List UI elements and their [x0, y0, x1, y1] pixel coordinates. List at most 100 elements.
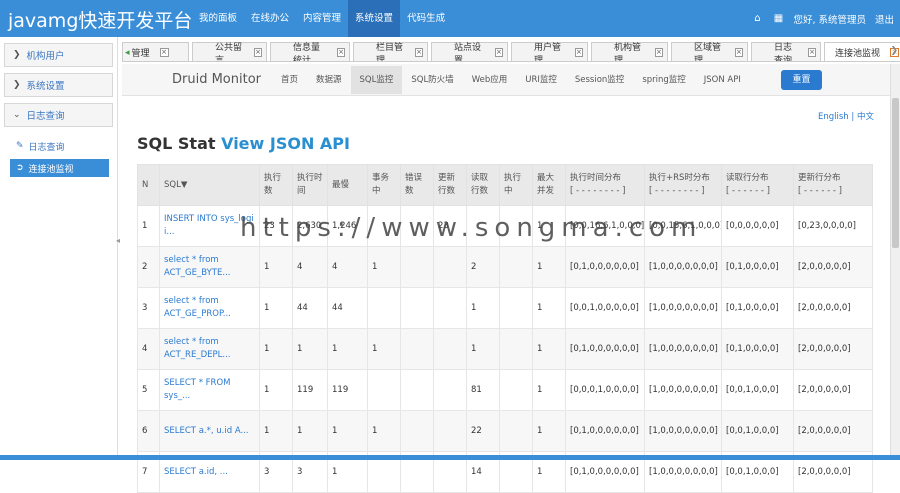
user-greeting[interactable]: 您好, 系统管理员: [793, 12, 866, 26]
sidebar-group-system[interactable]: ❯ 系统设置: [4, 73, 113, 97]
table-cell: [2,0,0,0,0,0]: [793, 328, 873, 370]
druid-nav-spring[interactable]: spring监控: [633, 66, 694, 94]
tab-label: 机构管理: [614, 42, 642, 62]
sql-stat-title: SQL Stat: [137, 134, 216, 153]
sql-text-link[interactable]: SELECT a.*, u.id A...: [159, 410, 260, 452]
reset-button[interactable]: 重置: [781, 70, 822, 90]
close-icon[interactable]: ×: [337, 48, 345, 57]
druid-nav-jsonapi[interactable]: JSON API: [695, 66, 750, 94]
column-header[interactable]: 错误数: [400, 164, 434, 206]
grid-icon[interactable]: ▦: [772, 13, 784, 24]
table-cell: [0,1,0,0,0,0]: [721, 328, 794, 370]
topnav-item-system[interactable]: 系统设置: [348, 0, 401, 37]
table-cell: [2,0,0,0,0,0]: [793, 410, 873, 452]
sidebar-item-log-query[interactable]: ✎ 日志查询: [10, 137, 109, 155]
tab-pool-monitor[interactable]: 连接池监视 ×: [824, 42, 900, 61]
tab-site-settings[interactable]: 站点设置 ×: [431, 42, 508, 61]
druid-nav-datasource[interactable]: 数据源: [307, 66, 351, 94]
close-icon[interactable]: ×: [808, 48, 816, 57]
column-header[interactable]: 事务中: [367, 164, 401, 206]
table-cell: 1: [532, 328, 566, 370]
scrollbar[interactable]: [890, 64, 900, 456]
close-icon[interactable]: ×: [734, 48, 743, 57]
lang-english-link[interactable]: English: [818, 112, 849, 122]
chevron-right-icon[interactable]: ❯: [890, 46, 898, 56]
druid-nav-home[interactable]: 首页: [272, 66, 307, 94]
table-cell: 119: [292, 369, 328, 411]
close-icon[interactable]: ×: [494, 48, 503, 57]
home-icon[interactable]: ⌂: [751, 13, 763, 24]
table-cell: [400, 246, 434, 288]
table-cell: [400, 328, 434, 370]
sidebar-group-org[interactable]: ❯ 机构用户: [4, 43, 113, 67]
column-header[interactable]: 读取行分布 [ - - - - - - ]: [721, 164, 794, 206]
sql-text-link[interactable]: SELECT * FROM sys_...: [159, 369, 260, 411]
sql-text-link[interactable]: select * from ACT_GE_PROP...: [159, 287, 260, 329]
column-header[interactable]: 执行中: [499, 164, 533, 206]
tab-user-manage[interactable]: 用户管理 ×: [511, 42, 588, 61]
tab-log-query[interactable]: 日志查询 ×: [751, 42, 821, 62]
lang-chinese-link[interactable]: 中文: [857, 112, 874, 122]
table-cell: [433, 410, 467, 452]
sidebar-collapse-handle[interactable]: ◂: [116, 236, 120, 245]
column-header[interactable]: 执行时间分布 [ - - - - - - - - ]: [565, 164, 645, 206]
column-header[interactable]: 读取 行数: [466, 164, 500, 206]
tab-info-stats[interactable]: 信息量统计 ×: [270, 42, 350, 62]
sidebar-item-pool-monitor[interactable]: ➲ 连接池监视: [10, 159, 109, 177]
page-title: SQL Stat View JSON API: [137, 134, 350, 153]
topnav-item-dashboard[interactable]: 我的面板: [192, 0, 244, 37]
table-cell: 44: [327, 287, 368, 329]
tab-org-manage[interactable]: 机构管理 ×: [591, 42, 668, 62]
column-header[interactable]: 更新行分布 [ - - - - - - ]: [793, 164, 873, 206]
arrow-left-icon[interactable]: ◂: [125, 48, 130, 58]
tab-label: 信息量统计: [293, 42, 321, 62]
table-cell: [1,0,0,0,0,0,0,0]: [644, 287, 722, 329]
druid-nav-uri[interactable]: URI监控: [516, 66, 566, 94]
bottom-bar: [0, 455, 900, 460]
close-icon[interactable]: ×: [254, 48, 262, 57]
close-icon[interactable]: ×: [415, 48, 423, 57]
column-header[interactable]: N: [137, 164, 160, 206]
circle-arrow-icon: ➲: [16, 163, 24, 173]
column-header[interactable]: 执行时间: [292, 164, 328, 206]
tab-column-manage[interactable]: 栏目管理 ×: [353, 42, 428, 61]
close-icon[interactable]: ×: [654, 48, 663, 57]
table-cell: 4: [327, 246, 368, 288]
topnav-item-codegen[interactable]: 代码生成: [400, 0, 452, 37]
column-header[interactable]: 执行数: [259, 164, 293, 206]
watermark-text: https://www.songma.com: [240, 213, 703, 243]
druid-nav-firewall[interactable]: SQL防火墙: [402, 66, 462, 94]
column-header[interactable]: 执行+RS时分布 [ - - - - - - - - ]: [644, 164, 722, 206]
druid-nav-webapp[interactable]: Web应用: [463, 66, 517, 94]
sidebar-item-label: 连接池监视: [28, 164, 74, 175]
druid-nav-sql[interactable]: SQL监控: [350, 66, 403, 94]
top-bar: javamg快速开发平台 我的面板 在线办公 内容管理 系统设置 代码生成 ⌂ …: [0, 0, 900, 37]
table-cell: [0,0,1,0,0,0,0,0]: [565, 287, 645, 329]
table-cell: [1,0,0,0,0,0,0,0]: [644, 328, 722, 370]
tab-area-manage[interactable]: 区域管理 ×: [671, 42, 748, 61]
close-icon[interactable]: ×: [574, 48, 583, 57]
table-cell: 2: [137, 246, 160, 288]
scrollbar-thumb[interactable]: [892, 98, 899, 248]
sql-text-link[interactable]: select * from ACT_GE_BYTE...: [159, 246, 260, 288]
table-cell: 1: [259, 328, 293, 370]
close-icon[interactable]: ×: [159, 48, 169, 57]
sidebar-group-log[interactable]: ⌄ 日志查询: [4, 103, 113, 127]
tab-label: 日志查询: [774, 42, 793, 62]
druid-nav-session[interactable]: Session监控: [566, 66, 633, 94]
topnav-item-office[interactable]: 在线办公: [244, 0, 296, 37]
column-header[interactable]: SQL▼: [159, 164, 260, 206]
table-cell: 81: [466, 369, 500, 411]
tab-manage[interactable]: ◂ 管理 ×: [122, 42, 189, 61]
table-cell: 4: [137, 328, 160, 370]
sql-text-link[interactable]: select * from ACT_RE_DEPL...: [159, 328, 260, 370]
logout-link[interactable]: 退出: [875, 12, 894, 26]
column-header[interactable]: 最大 并发: [532, 164, 566, 206]
topnav-item-content[interactable]: 内容管理: [296, 0, 348, 37]
table-cell: 22: [466, 410, 500, 452]
column-header[interactable]: 最慢: [327, 164, 368, 206]
tab-public-message[interactable]: 公共留言 ×: [192, 42, 267, 61]
table-cell: 1: [327, 328, 368, 370]
view-json-api-link[interactable]: View JSON API: [221, 134, 350, 153]
column-header[interactable]: 更新 行数: [433, 164, 467, 206]
